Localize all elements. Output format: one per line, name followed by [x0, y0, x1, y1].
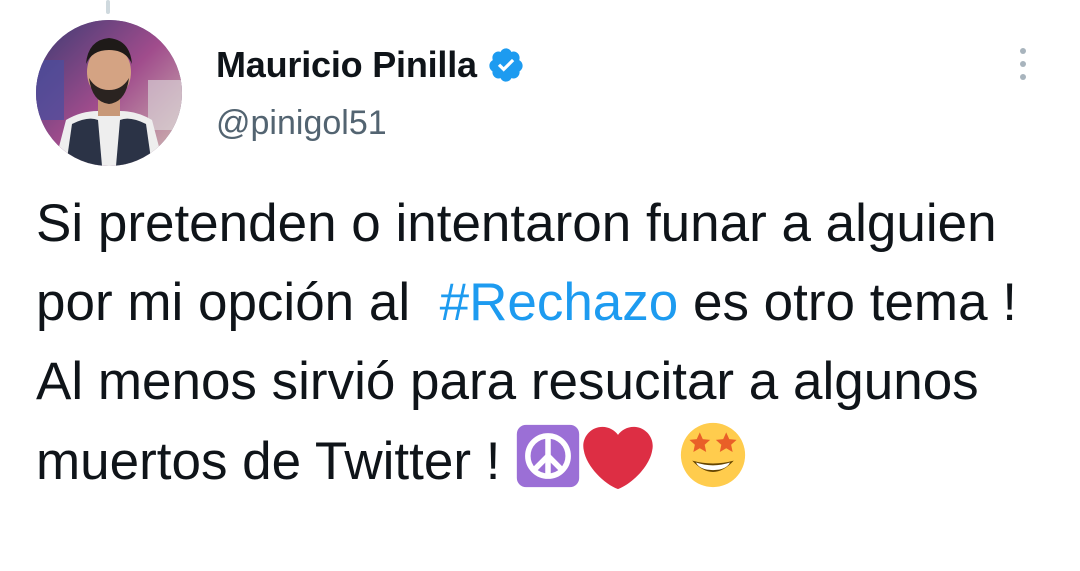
red-heart-icon [583, 426, 653, 489]
star-struck-icon [681, 422, 746, 488]
author-name-row[interactable]: Mauricio Pinilla [216, 40, 525, 90]
tweet-card[interactable]: Mauricio Pinilla @pinigol51 Si pretenden… [0, 0, 1080, 571]
hashtag-link[interactable]: #Rechazo [440, 273, 679, 332]
thread-connector-line [106, 0, 110, 14]
avatar[interactable] [36, 20, 182, 166]
more-options-icon[interactable] [1008, 42, 1038, 86]
verified-badge-icon [489, 48, 523, 82]
author-handle[interactable]: @pinigol51 [216, 104, 387, 143]
author-display-name[interactable]: Mauricio Pinilla [216, 44, 477, 86]
peace-symbol-icon [516, 424, 580, 488]
tweet-text: Si pretenden o intentaron funar a alguie… [36, 184, 1066, 501]
avatar-photo-icon [36, 20, 182, 166]
